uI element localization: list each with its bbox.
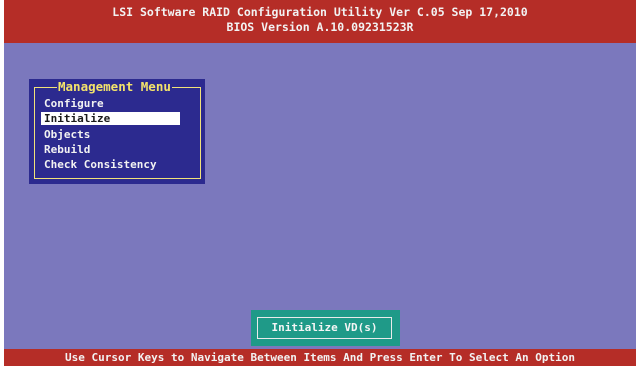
menu-item-initialize[interactable]: Initialize (41, 112, 180, 125)
initialize-vd-option[interactable]: Initialize VD(s) (257, 317, 392, 339)
title-bar: LSI Software RAID Configuration Utility … (4, 0, 636, 43)
utility-title: LSI Software RAID Configuration Utility … (112, 5, 528, 19)
bios-screen: LSI Software RAID Configuration Utility … (4, 0, 636, 366)
management-menu: Management Menu Configure Initialize Obj… (29, 79, 205, 184)
management-menu-title: Management Menu (57, 79, 172, 94)
menu-item-objects[interactable]: Objects (41, 128, 90, 141)
menu-item-check-consistency[interactable]: Check Consistency (41, 158, 157, 171)
status-bar: Use Cursor Keys to Navigate Between Item… (4, 349, 636, 366)
action-panel: Initialize VD(s) (251, 310, 400, 346)
menu-item-configure[interactable]: Configure (41, 97, 104, 110)
bios-version: BIOS Version A.10.09231523R (226, 20, 414, 34)
menu-item-rebuild[interactable]: Rebuild (41, 143, 90, 156)
